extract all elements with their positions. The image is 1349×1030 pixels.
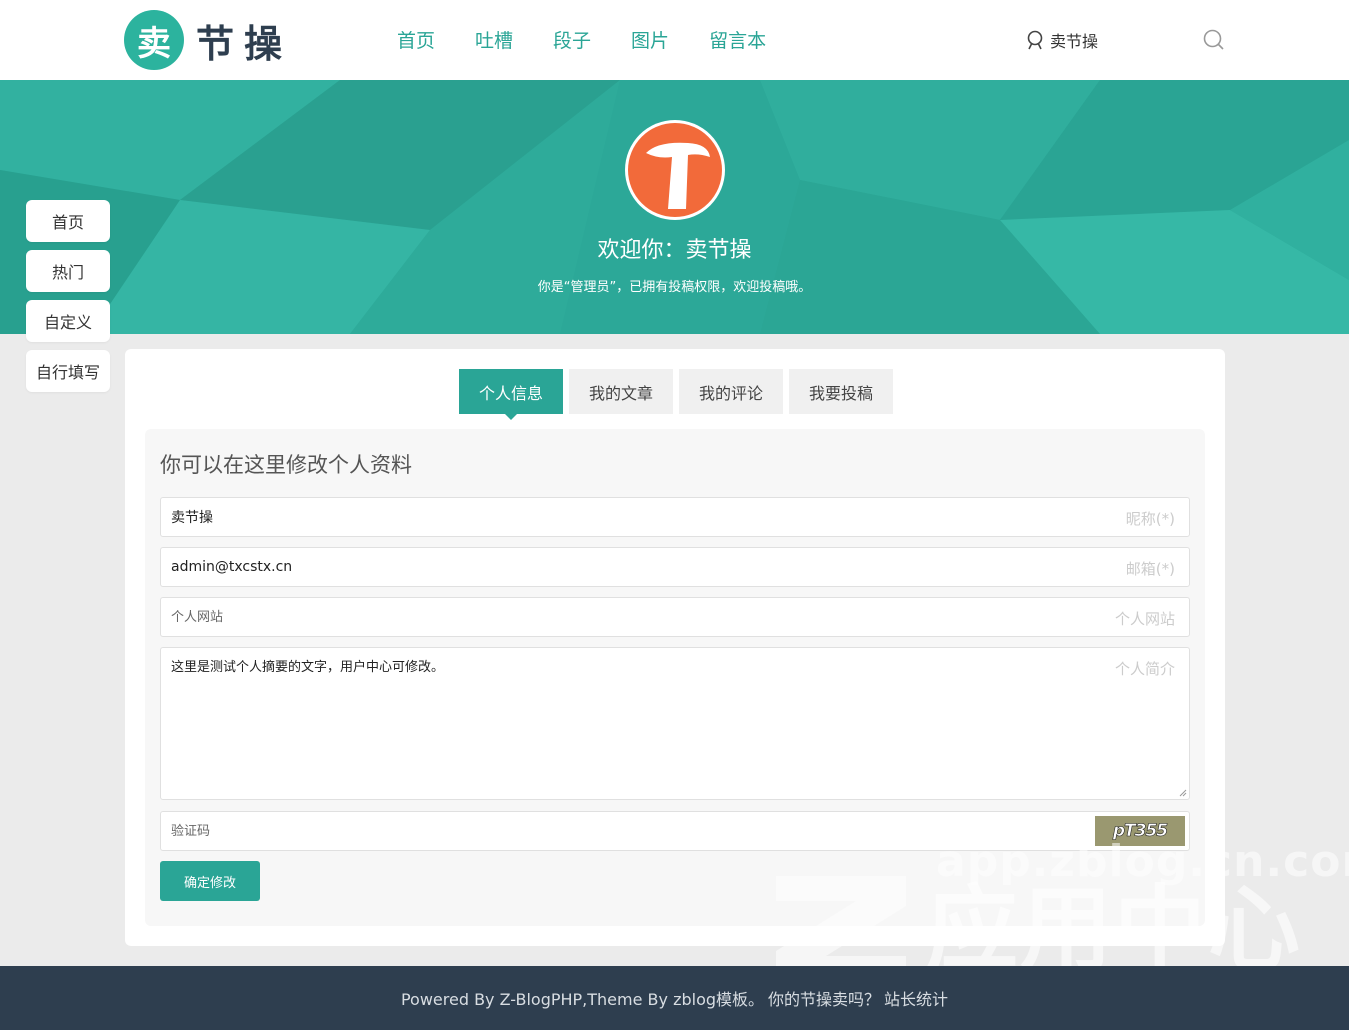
floating-side-nav: 首页 热门 自定义 自行填写	[26, 200, 110, 400]
user-icon	[1027, 30, 1043, 50]
user-name: 卖节操	[1050, 32, 1099, 51]
captcha-input[interactable]	[161, 812, 1189, 850]
resize-grip-icon[interactable]	[1179, 789, 1187, 797]
profile-banner: 欢迎你：卖节操 你是“管理员”，已拥有投稿权限，欢迎投稿哦。	[0, 80, 1349, 334]
welcome-subtitle: 你是“管理员”，已拥有投稿权限，欢迎投稿哦。	[537, 280, 812, 295]
nickname-hint: 昵称(*)	[1125, 510, 1175, 528]
logo-mark: 卖	[124, 10, 184, 70]
user-menu[interactable]: 卖节操	[1026, 28, 1098, 52]
site-logo[interactable]: 卖 节操	[124, 10, 292, 70]
tab-my-comments[interactable]: 我的评论	[679, 369, 784, 414]
search-icon[interactable]	[1202, 28, 1226, 56]
avatar-t-icon	[646, 142, 710, 209]
main-nav: 首页 吐槽 段子 图片 留言本	[397, 28, 806, 54]
user-center-card: 个人信息 我的文章 我的评论 我要投稿 你可以在这里修改个人资料 昵称(*) 邮…	[125, 349, 1225, 946]
tab-profile[interactable]: 个人信息	[459, 369, 564, 420]
confirm-edit-button[interactable]: 确定修改	[160, 861, 260, 901]
welcome-heading: 欢迎你：卖节操	[597, 238, 752, 263]
nickname-input[interactable]	[161, 498, 1189, 536]
site-footer: Powered By Z-BlogPHP,Theme By zblog模板。 你…	[0, 966, 1349, 1030]
website-input[interactable]	[161, 598, 1189, 636]
email-field: 邮箱(*)	[160, 547, 1190, 587]
captcha-image[interactable]: pT355	[1095, 816, 1185, 846]
user-center-tabs: 个人信息 我的文章 我的评论 我要投稿	[459, 369, 899, 420]
footer-powered: Powered By Z-BlogPHP,Theme By zblog模板。	[400, 990, 765, 1009]
nav-home[interactable]: 首页	[397, 28, 435, 54]
side-nav-custom[interactable]: 自定义	[26, 300, 110, 342]
nav-tucao[interactable]: 吐槽	[475, 28, 513, 54]
tab-submit-post[interactable]: 我要投稿	[789, 369, 894, 414]
intro-textarea[interactable]: 这里是测试个人摘要的文字，用户中心可修改。	[161, 648, 1189, 799]
nav-guestbook[interactable]: 留言本	[709, 28, 766, 54]
nickname-field: 昵称(*)	[160, 497, 1190, 537]
website-field: 个人网站	[160, 597, 1190, 637]
form-title: 你可以在这里修改个人资料	[160, 453, 412, 477]
logo-text: 节操	[196, 21, 293, 66]
side-nav-hot[interactable]: 热门	[26, 250, 110, 292]
intro-hint: 个人简介	[1114, 660, 1175, 678]
nav-pictures[interactable]: 图片	[631, 28, 669, 54]
site-header: 卖 节操 首页 吐槽 段子 图片 留言本 卖节操	[0, 0, 1349, 80]
user-avatar	[625, 120, 725, 220]
intro-field: 这里是测试个人摘要的文字，用户中心可修改。 个人简介	[160, 647, 1190, 800]
tab-my-articles[interactable]: 我的文章	[569, 369, 674, 414]
side-nav-fill[interactable]: 自行填写	[26, 350, 110, 392]
footer-stats-link[interactable]: 站长统计	[884, 986, 948, 1010]
side-nav-home[interactable]: 首页	[26, 200, 110, 242]
website-hint: 个人网站	[1114, 610, 1175, 628]
nav-duanzi[interactable]: 段子	[553, 28, 591, 54]
footer-question[interactable]: 你的节操卖吗？	[768, 986, 880, 1010]
profile-form-panel: 你可以在这里修改个人资料 昵称(*) 邮箱(*) 个人网站 这里是测试个人摘要的…	[145, 429, 1205, 926]
email-hint: 邮箱(*)	[1125, 560, 1175, 578]
captcha-field: pT355	[160, 811, 1190, 851]
email-input[interactable]	[161, 548, 1189, 586]
